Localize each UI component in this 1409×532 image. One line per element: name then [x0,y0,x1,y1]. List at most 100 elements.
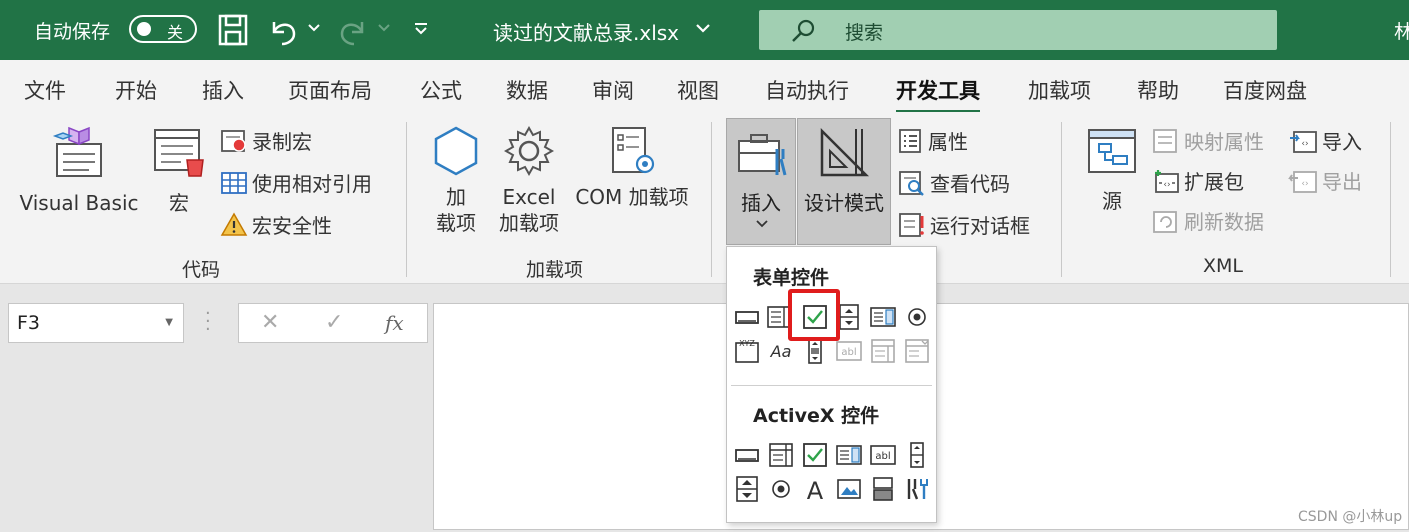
warning-icon [220,211,248,236]
undo-dropdown-chevron-down-icon[interactable] [307,22,321,34]
form-label-icon[interactable]: Aa [767,337,795,365]
excel-addins-label-line2: 加载项 [499,211,559,235]
activex-controls-heading: ActiveX 控件 [753,405,880,427]
tab-developer[interactable]: 开发工具 [896,75,980,113]
refresh-data-button[interactable]: 刷新数据 [1152,206,1264,235]
expansion-pack-icon: ‹› [1155,169,1179,193]
import-button[interactable]: ‹› 导入 [1288,126,1362,155]
form-list-box-icon[interactable] [869,303,897,331]
tab-file[interactable]: 文件 [24,75,66,105]
export-button[interactable]: ‹› 导出 [1288,166,1362,195]
macros-label: 宏 [169,191,189,215]
search-label: 搜索 [845,22,884,44]
form-group-box-icon[interactable]: XYZ [733,337,761,365]
checkbox-highlight-box [788,289,840,341]
document-title[interactable]: 读过的文献总录.xlsx [493,17,679,46]
excel-addins-button[interactable]: Excel 加载项 [496,124,562,236]
addins-label-line1: 加 [446,185,466,209]
refresh-data-label: 刷新数据 [1184,210,1264,234]
tab-automate[interactable]: 自动执行 [765,75,849,105]
xml-source-icon [1088,129,1136,173]
set-square-ruler-icon [820,127,870,177]
activex-image-icon[interactable] [835,475,863,503]
user-name[interactable]: 林 [1394,17,1409,44]
activex-label-icon[interactable]: A [801,475,829,503]
tab-view[interactable]: 视图 [677,75,719,105]
activex-list-box-icon[interactable] [835,441,863,469]
activex-command-button-icon[interactable] [733,441,761,469]
view-code-icon [899,170,924,196]
tab-review[interactable]: 审阅 [592,75,634,105]
relative-reference-icon [221,171,247,194]
tab-page-layout[interactable]: 页面布局 [288,75,372,105]
expansion-packs-button[interactable]: ‹› 扩展包 [1152,166,1244,195]
activex-combo-box-icon[interactable] [767,441,795,469]
activex-scroll-bar-icon[interactable] [903,441,931,469]
macros-icon [154,129,204,177]
relative-reference-button[interactable]: 使用相对引用 [220,168,372,197]
tab-insert[interactable]: 插入 [202,75,244,105]
tab-addins[interactable]: 加载项 [1028,75,1091,105]
relative-reference-label: 使用相对引用 [252,172,372,196]
macro-security-label: 宏安全性 [252,214,332,238]
activex-option-button-icon[interactable] [767,475,795,503]
group-divider [1061,122,1062,277]
tab-formulas[interactable]: 公式 [420,75,462,105]
view-code-label: 查看代码 [930,172,1010,196]
run-dialog-button[interactable]: 运行对话框 [898,210,1030,239]
tab-data[interactable]: 数据 [506,75,548,105]
cancel-icon[interactable]: ✕ [261,310,279,335]
run-dialog-label: 运行对话框 [930,214,1030,238]
design-mode-button[interactable]: 设计模式 [797,118,891,245]
xml-source-button[interactable]: 源 [1084,124,1140,214]
dropdown-divider [731,385,932,386]
undo-icon[interactable] [268,14,298,46]
tab-help[interactable]: 帮助 [1137,75,1179,105]
form-button-icon[interactable] [733,303,761,331]
macros-button[interactable]: 宏 [150,124,208,216]
group-divider [406,122,407,277]
addins-button[interactable]: 加 载项 [428,124,484,236]
activex-more-controls-icon[interactable] [903,475,931,503]
tab-baidu-netdisk[interactable]: 百度网盘 [1223,75,1307,105]
activex-text-box-icon[interactable]: abl [869,441,897,469]
tab-home[interactable]: 开始 [115,75,157,105]
record-macro-button[interactable]: 录制宏 [220,126,312,155]
svg-text:‹›: ‹› [1301,179,1308,189]
title-chevron-down-icon[interactable] [694,22,712,36]
view-code-button[interactable]: 查看代码 [898,168,1010,197]
macro-security-button[interactable]: 宏安全性 [220,210,332,239]
group-label-addins: 加载项 [526,259,584,281]
search-box[interactable]: 搜索 [759,10,1277,50]
name-box-chevron-down-icon[interactable]: ▼ [165,317,173,328]
save-icon[interactable] [218,14,248,46]
activex-checkbox-icon[interactable] [801,441,829,469]
form-controls-heading: 表单控件 [753,267,830,289]
insert-control-label: 插入 [741,191,781,215]
map-properties-button[interactable]: 映射属性 [1152,126,1264,155]
record-macro-icon [221,129,246,152]
enter-icon[interactable]: ✓ [325,310,343,335]
autosave-toggle[interactable]: 关 [129,15,197,43]
redo-dropdown-chevron-down-icon[interactable] [377,22,391,34]
map-properties-label: 映射属性 [1184,130,1264,154]
form-option-button-icon[interactable] [903,303,931,331]
drag-handle-icon[interactable]: · · · [205,305,211,339]
redo-icon[interactable] [338,14,368,46]
form-scroll-bar-icon[interactable] [801,337,829,365]
insert-function-icon[interactable]: fx [385,311,404,335]
expansion-packs-label: 扩展包 [1184,170,1244,194]
svg-text:abl: abl [841,347,856,358]
name-box[interactable]: F3 ▼ [8,303,184,343]
customize-toolbar-icon[interactable] [412,22,430,36]
group-divider [711,122,712,277]
activex-spin-button-icon[interactable] [733,475,761,503]
svg-text:XYZ: XYZ [739,339,755,348]
visual-basic-button[interactable]: Visual Basic [18,124,140,216]
properties-button[interactable]: 属性 [898,126,968,155]
export-label: 导出 [1322,170,1362,194]
activex-toggle-button-icon[interactable] [869,475,897,503]
com-addins-button[interactable]: COM 加载项 [570,124,694,210]
insert-control-button[interactable]: 插入 [726,118,796,245]
svg-text:Aa: Aa [770,342,792,361]
